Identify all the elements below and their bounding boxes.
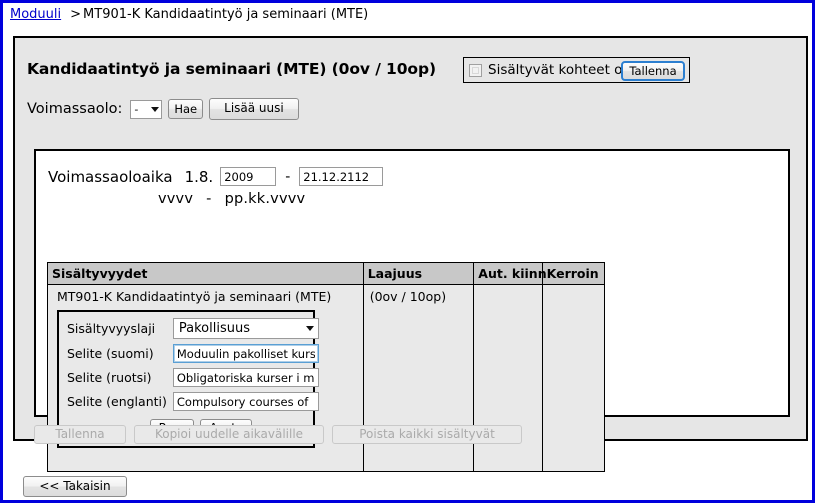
- label-selite-englanti: Selite (englanti): [67, 394, 167, 409]
- save-ohjeelliset-button[interactable]: Tallenna: [621, 61, 685, 81]
- validity-dash: -: [285, 168, 291, 185]
- ohjeelliset-group: Sisältyvät kohteet ohjeellisia Tallenna: [463, 57, 690, 83]
- table-header-row: Sisältyvyydet Laajuus Aut. kiinn Kerroin: [47, 262, 606, 285]
- validity-start-prefix: 1.8.: [184, 167, 214, 186]
- validity-period-label: Voimassaoloaika: [48, 167, 173, 186]
- delete-all-contents-button[interactable]: Poista kaikki sisältyvät: [332, 425, 522, 444]
- voimassaolo-select[interactable]: -: [130, 99, 163, 119]
- validity-end-date-input[interactable]: [299, 167, 384, 186]
- voimassaolo-label: Voimassaolo:: [27, 101, 123, 117]
- cell-kerroin: [541, 284, 606, 472]
- back-button[interactable]: << Takaisin: [23, 476, 127, 497]
- chevron-down-icon: [305, 326, 314, 331]
- validity-filter-row: Voimassaolo: - Hae Lisää uusi: [27, 98, 299, 120]
- selite-ruotsi-input[interactable]: [172, 368, 319, 387]
- label-sisaltyvyyslaji: Sisältyvyyslaji: [67, 321, 156, 336]
- hint-dash: -: [206, 191, 212, 207]
- voimassaolo-select-value: -: [134, 102, 139, 116]
- column-header-aut-kiinn: Aut. kiinn: [473, 262, 547, 285]
- save-button[interactable]: Tallenna: [34, 425, 126, 444]
- add-new-button[interactable]: Lisää uusi: [209, 98, 299, 120]
- sisaltyvyyslaji-value: Pakollisuus: [178, 321, 250, 336]
- validity-period-panel: Voimassaoloaika 1.8. - vvvv-pp.kk.vvvv S…: [34, 149, 790, 472]
- chevron-down-icon: [151, 106, 160, 112]
- column-header-kerroin: Kerroin: [541, 262, 606, 285]
- label-selite-ruotsi: Selite (ruotsi): [67, 370, 152, 385]
- search-button[interactable]: Hae: [168, 99, 204, 119]
- label-selite-suomi: Selite (suomi): [67, 346, 154, 361]
- hint-start-format: vvvv: [158, 191, 194, 207]
- ohjeelliset-checkbox[interactable]: [469, 63, 482, 77]
- breadcrumb-separator: >: [70, 7, 82, 22]
- module-panel: Kandidaatintyö ja seminaari (MTE) (0ov /…: [13, 36, 808, 472]
- validity-start-year-input[interactable]: [220, 167, 277, 186]
- column-header-laajuus: Laajuus: [362, 262, 475, 285]
- copy-to-new-period-button[interactable]: Kopioi uudelle aikavälille: [134, 425, 324, 444]
- selite-suomi-input[interactable]: [172, 344, 319, 363]
- page-title: Kandidaatintyö ja seminaari (MTE) (0ov /…: [27, 60, 436, 78]
- breadcrumb-current: MT901-K Kandidaatintyö ja seminaari (MTE…: [83, 7, 369, 22]
- hint-end-format: pp.kk.vvvv: [224, 191, 306, 207]
- content-item-name: MT901-K Kandidaatintyö ja seminaari (MTE…: [57, 289, 332, 304]
- sisaltyvyyslaji-select[interactable]: Pakollisuus: [172, 318, 319, 339]
- validity-period-row: Voimassaoloaika 1.8. -: [48, 167, 384, 186]
- column-header-sisaltyvyydet: Sisältyvyydet: [47, 262, 364, 285]
- breadcrumb: Moduuli > MT901-K Kandidaatintyö ja semina…: [10, 7, 368, 22]
- validity-format-hint: vvvv - pp.kk.vvvv: [158, 191, 305, 207]
- page-frame: Moduuli > MT901-K Kandidaatintyö ja semina…: [0, 0, 815, 503]
- panel-action-bar: Tallenna Kopioi uudelle aikavälille Pois…: [34, 425, 522, 444]
- breadcrumb-link-moduuli[interactable]: Moduuli: [10, 7, 61, 22]
- selite-englanti-input[interactable]: [172, 392, 319, 411]
